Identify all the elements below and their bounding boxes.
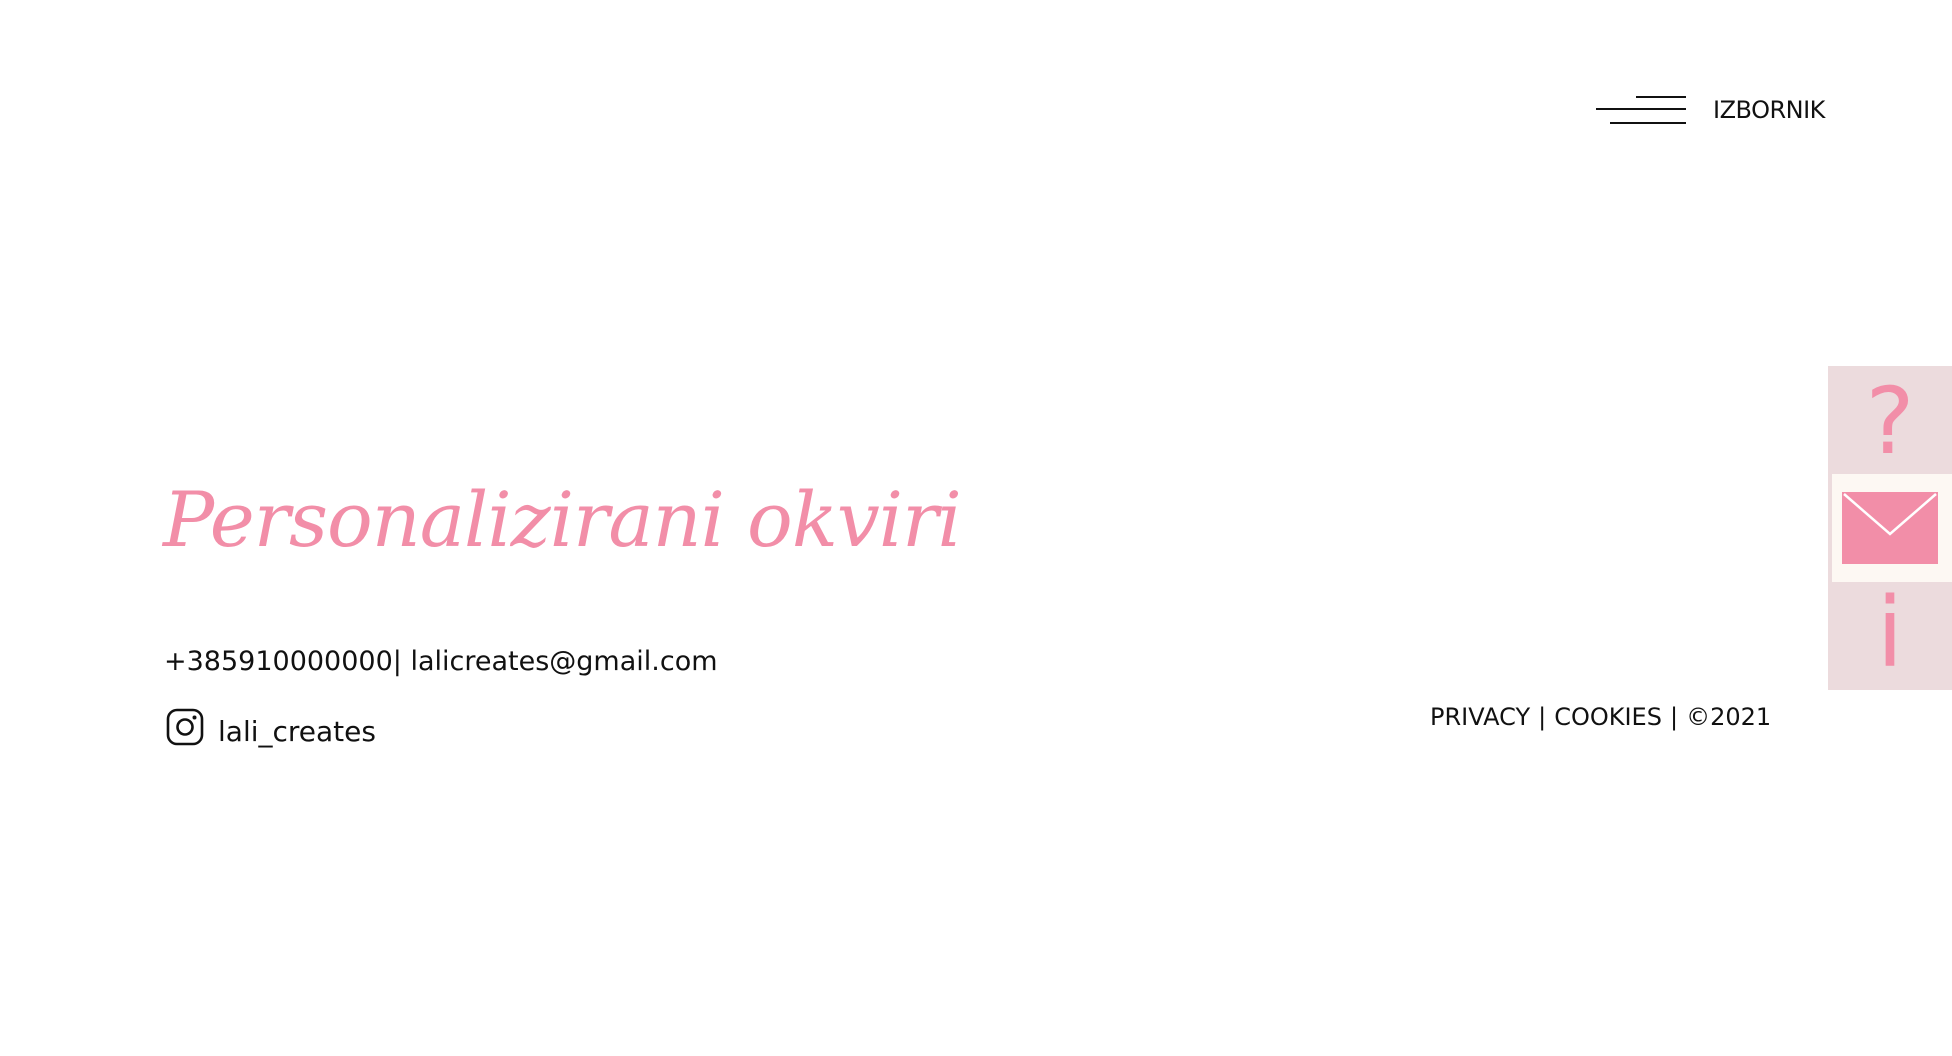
question-icon: ? [1865, 368, 1915, 475]
mail-icon [1842, 492, 1938, 564]
help-tab[interactable]: ? [1828, 366, 1952, 474]
legal-separator: | [1538, 703, 1547, 731]
instagram-icon [166, 708, 204, 746]
email-link[interactable]: lalicreates@gmail.com [410, 646, 717, 677]
menu-label: IZBORNIK [1713, 96, 1825, 124]
cookies-link[interactable]: COOKIES [1554, 703, 1662, 731]
page: IZBORNIK Personalizirani okviri +3859100… [0, 0, 1952, 1056]
contact-line: +385910000000| lalicreates@gmail.com [164, 646, 718, 677]
contact-separator: | [392, 646, 402, 677]
info-icon: i [1876, 577, 1904, 689]
phone-link[interactable]: +385910000000 [164, 646, 393, 677]
menu-toggle-button[interactable]: IZBORNIK [1596, 92, 1825, 128]
info-tab[interactable]: i [1828, 582, 1952, 690]
copyright: ©2021 [1686, 703, 1772, 731]
mail-tab[interactable] [1828, 474, 1952, 582]
side-tabs: ? i [1828, 366, 1952, 690]
legal-separator: | [1669, 703, 1679, 731]
instagram-link[interactable]: lali_creates [166, 708, 376, 748]
brand-title: Personalizirani okviri [163, 475, 962, 564]
legal-links: PRIVACY | COOKIES | ©2021 [1430, 703, 1771, 731]
hamburger-icon [1596, 92, 1686, 128]
privacy-link[interactable]: PRIVACY [1430, 703, 1530, 731]
instagram-handle: lali_creates [218, 714, 376, 748]
